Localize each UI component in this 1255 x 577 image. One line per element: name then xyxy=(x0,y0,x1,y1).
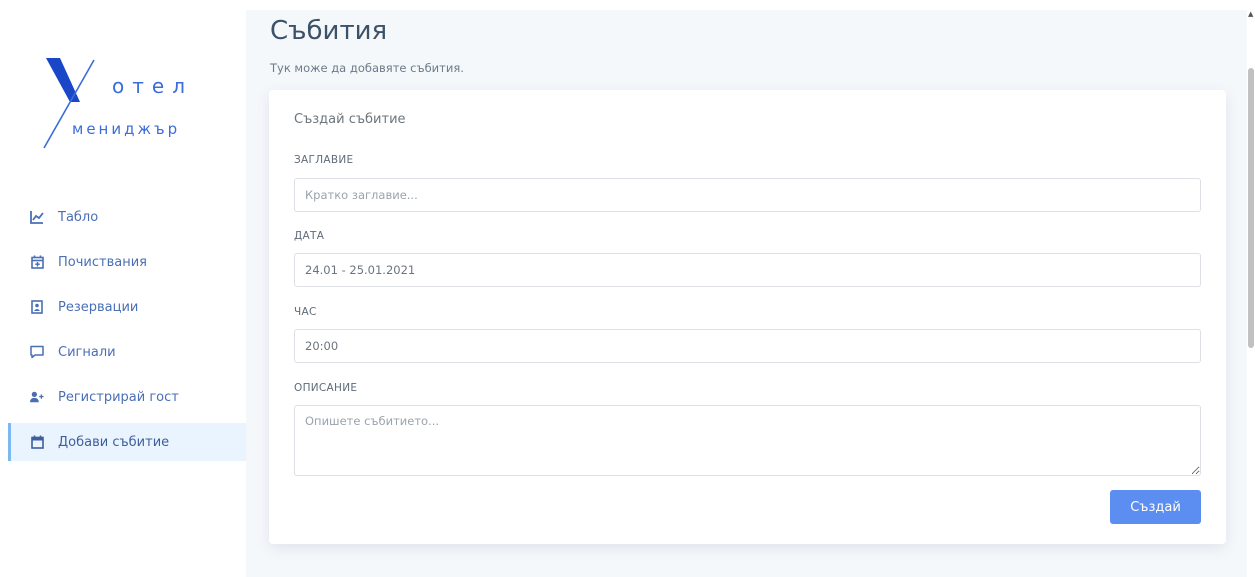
date-input[interactable] xyxy=(294,253,1201,287)
sidebar-item-cleanings[interactable]: Почиствания xyxy=(8,243,246,281)
sidebar-item-dashboard[interactable]: Табло xyxy=(8,198,246,236)
sidebar-item-label: Почиствания xyxy=(58,254,147,270)
page-scrollbar[interactable]: ▲ xyxy=(1247,10,1255,577)
sidebar-item-label: Добави събитие xyxy=(58,434,170,450)
sidebar-item-add-event[interactable]: Добави събитие xyxy=(8,423,246,461)
hotel-manager-logo[interactable]: отел мениджър xyxy=(40,48,200,158)
sidebar-nav: Табло Почиствания Резервации Сигнали Рег… xyxy=(8,198,246,468)
address-book-icon xyxy=(30,300,44,314)
chart-line-icon xyxy=(30,210,44,224)
sidebar-item-signals[interactable]: Сигнали xyxy=(8,333,246,371)
create-event-card: Създай събитие ЗАГЛАВИЕ ДАТА ЧАС ОПИСАНИ… xyxy=(269,90,1226,544)
calendar-icon xyxy=(30,435,44,449)
create-button[interactable]: Създай xyxy=(1110,490,1201,524)
sidebar-item-label: Табло xyxy=(58,209,99,225)
user-plus-icon xyxy=(30,390,44,404)
card-title: Създай събитие xyxy=(294,112,406,127)
logo-text-hotel: отел xyxy=(112,74,193,98)
comment-icon xyxy=(30,345,44,359)
description-textarea[interactable] xyxy=(294,405,1201,476)
logo-text-manager: мениджър xyxy=(72,120,181,138)
sidebar-item-label: Регистрирай гост xyxy=(58,389,179,405)
sidebar-item-register-guest[interactable]: Регистрирай гост xyxy=(8,378,246,416)
sidebar-item-label: Сигнали xyxy=(58,344,116,360)
calendar-plus-icon xyxy=(30,255,44,269)
date-label: ДАТА xyxy=(294,230,325,242)
title-label: ЗАГЛАВИЕ xyxy=(294,154,354,166)
scrollbar-thumb[interactable] xyxy=(1248,68,1254,348)
description-label: ОПИСАНИЕ xyxy=(294,382,358,394)
sidebar-item-label: Резервации xyxy=(58,299,139,315)
time-label: ЧАС xyxy=(294,306,317,318)
logo-mark-icon xyxy=(43,58,95,149)
title-input[interactable] xyxy=(294,178,1201,212)
page-subtitle: Тук може да добавяте събития. xyxy=(270,61,464,75)
main-content: Събития Тук може да добавяте събития. Съ… xyxy=(246,10,1247,577)
time-input[interactable] xyxy=(294,329,1201,363)
sidebar: отел мениджър Табло Почиствания Резервац… xyxy=(0,0,246,577)
scroll-up-arrow-icon[interactable]: ▲ xyxy=(1248,10,1253,18)
page-title: Събития xyxy=(270,16,388,46)
sidebar-item-reservations[interactable]: Резервации xyxy=(8,288,246,326)
